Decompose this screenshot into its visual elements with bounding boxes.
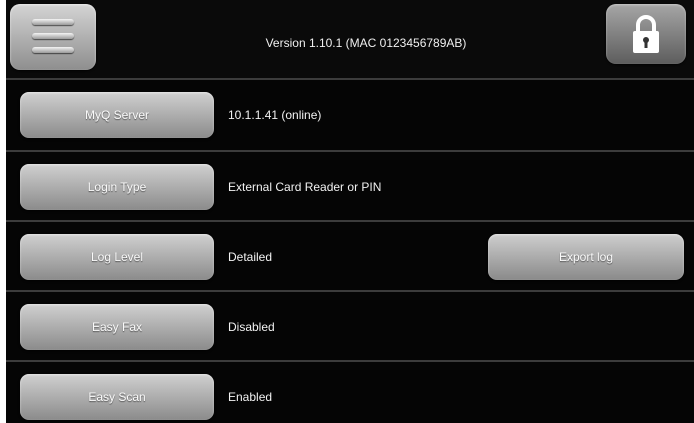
menu-button[interactable] [10,4,96,70]
login-type-button[interactable]: Login Type [20,164,214,210]
easy-fax-value: Disabled [228,320,275,334]
easy-scan-value: Enabled [228,390,273,404]
device-screen: Version 1.10.1 (MAC 0123456789AB) MyQ Se… [6,0,694,423]
login-type-value: External Card Reader or PIN [228,180,382,194]
setting-row-log-level: Log Level Detailed Export log [6,220,694,294]
setting-row-easy-scan: Easy Scan Enabled [6,360,694,423]
myq-server-value: 10.1.1.41 (online) [228,108,322,122]
padlock-icon [633,15,659,53]
setting-row-easy-fax: Easy Fax Disabled [6,290,694,364]
version-label: Version 1.10.1 (MAC 0123456789AB) [265,36,467,50]
log-level-value: Detailed [228,250,273,264]
setting-row-myq-server: MyQ Server 10.1.1.41 (online) [6,78,694,152]
lock-button[interactable] [606,4,686,64]
easy-fax-button[interactable]: Easy Fax [20,304,214,350]
setting-row-login-type: Login Type External Card Reader or PIN [6,150,694,224]
log-level-button[interactable]: Log Level [20,234,214,280]
easy-scan-button[interactable]: Easy Scan [20,374,214,420]
export-log-button[interactable]: Export log [488,234,684,280]
myq-server-button[interactable]: MyQ Server [20,92,214,138]
header-bar: Version 1.10.1 (MAC 0123456789AB) [6,0,694,78]
